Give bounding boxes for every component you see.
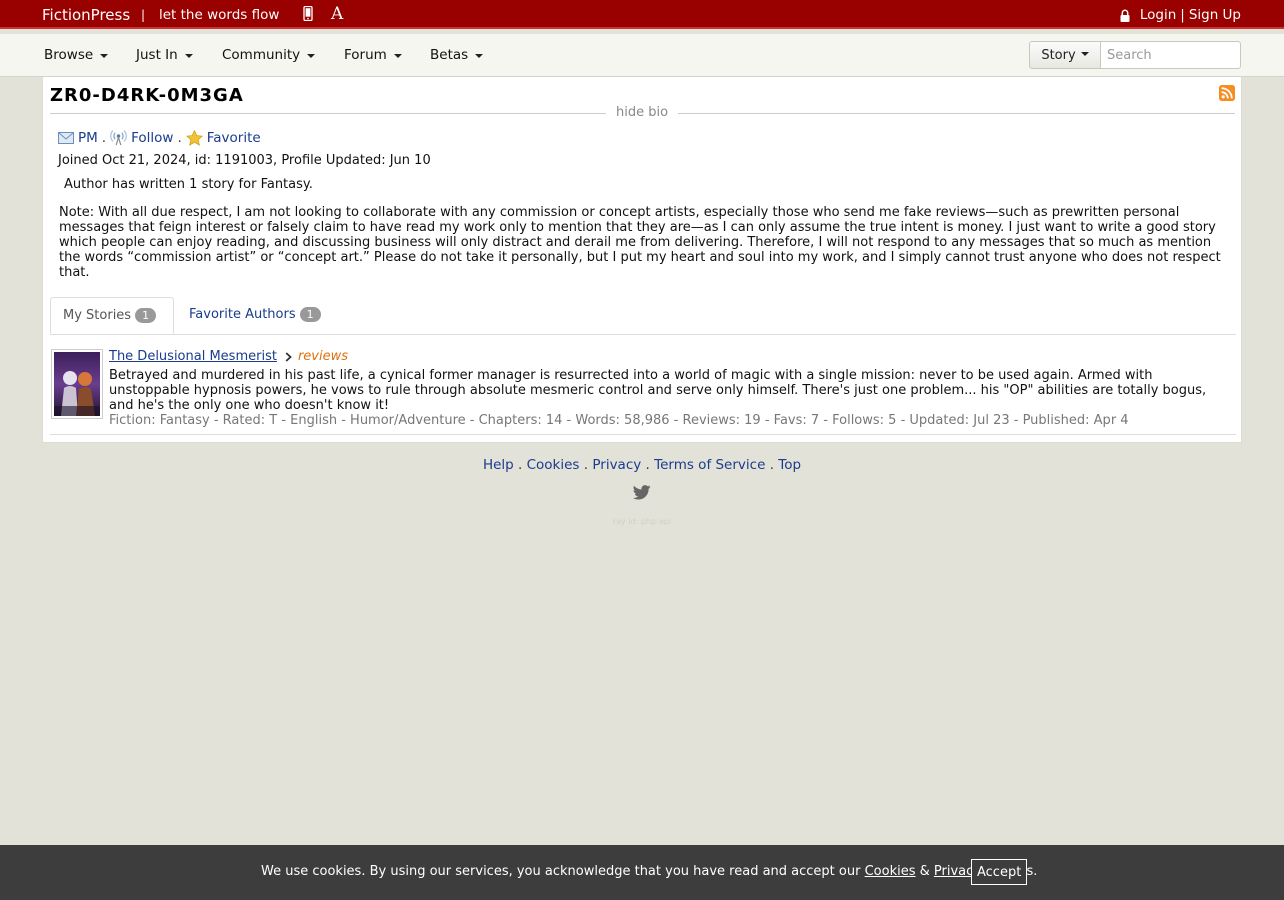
caret-down-icon	[1080, 52, 1089, 56]
favorite-link[interactable]: Favorite	[207, 130, 261, 146]
hide-bio-toggle[interactable]: hide bio	[616, 105, 668, 120]
my-stories-count-badge: 1	[135, 308, 157, 323]
font-size-icon[interactable]: A	[331, 4, 343, 24]
footer-top-link[interactable]: Top	[778, 457, 801, 473]
bio-divider-right	[678, 113, 1235, 114]
story-summary: Betrayed and murdered in his past life, …	[109, 368, 1207, 413]
nav-browse-label: Browse	[44, 47, 94, 63]
top-bar: FictionPress | let the words flow A Logi…	[0, 0, 1284, 29]
story-cover-image[interactable]	[51, 349, 103, 419]
search-group: Story	[1029, 41, 1241, 69]
antenna-follow-icon	[110, 130, 127, 146]
bio-divider-left	[50, 113, 606, 114]
story-title-row: The Delusional Mesmerist reviews	[109, 349, 348, 364]
nav-just-in-label: Just In	[136, 47, 178, 63]
topbar-separator: |	[141, 8, 146, 22]
footer-terms-link[interactable]: Terms of Service	[654, 457, 765, 473]
cookie-policy-link[interactable]: Cookies	[865, 864, 916, 879]
profile-content: ZR0-D4RK-0M3GA hide bio PM . Follow . Fa…	[42, 77, 1242, 443]
cookie-consent-bar: We use cookies. By using our services, y…	[0, 845, 1284, 900]
envelope-icon	[58, 131, 74, 144]
joined-info: Joined Oct 21, 2024, id: 1191003, Profil…	[58, 153, 431, 168]
caret-down-icon	[100, 54, 109, 58]
cookie-text-before: We use cookies. By using our services, y…	[261, 864, 861, 879]
chevron-right-icon	[285, 351, 292, 362]
cookie-amp: &	[919, 864, 930, 879]
favorite-authors-count-badge: 1	[299, 307, 321, 322]
tab-favorite-authors[interactable]: Favorite Authors 1	[177, 297, 333, 334]
caret-down-icon	[307, 54, 316, 58]
footer-separator: .	[518, 457, 523, 473]
signup-link[interactable]: Sign Up	[1189, 7, 1241, 23]
twitter-icon[interactable]	[633, 485, 651, 500]
search-input[interactable]	[1101, 41, 1241, 69]
story-reviews-link[interactable]: reviews	[298, 349, 348, 364]
login-link[interactable]: Login	[1140, 7, 1176, 23]
bio-note: Note: With all due respect, I am not loo…	[59, 205, 1221, 280]
action-separator: .	[177, 129, 182, 146]
nav-browse[interactable]: Browse	[44, 47, 109, 63]
footer-separator: .	[769, 457, 774, 473]
caret-down-icon	[393, 54, 402, 58]
search-type-label: Story	[1041, 47, 1076, 63]
nav-betas-label: Betas	[430, 47, 469, 63]
site-logo-link[interactable]: FictionPress	[42, 6, 130, 24]
story-title-link[interactable]: The Delusional Mesmerist	[109, 349, 277, 364]
footer-separator: .	[583, 457, 589, 473]
cover-art	[54, 352, 100, 416]
footer-privacy-link[interactable]: Privacy	[592, 457, 641, 473]
star-icon	[185, 129, 203, 146]
rss-icon[interactable]	[1219, 85, 1235, 101]
nav-just-in[interactable]: Just In	[136, 47, 193, 63]
tab-favorite-authors-label: Favorite Authors	[189, 307, 296, 322]
nav-community[interactable]: Community	[222, 47, 316, 63]
stories-written-info: Author has written 1 story for Fantasy.	[64, 177, 313, 192]
profile-tabs: My Stories 1 Favorite Authors 1	[50, 297, 1236, 335]
nav-community-label: Community	[222, 47, 301, 63]
pm-link[interactable]: PM	[78, 130, 98, 146]
action-separator: .	[101, 129, 107, 146]
footer-links: Help . Cookies . Privacy . Terms of Serv…	[0, 457, 1284, 473]
story-meta: Fiction: Fantasy - Rated: T - English - …	[109, 413, 1129, 428]
tab-my-stories[interactable]: My Stories 1	[50, 297, 174, 334]
profile-actions: PM . Follow . Favorite	[58, 129, 261, 146]
lock-icon	[1120, 9, 1130, 22]
login-separator: |	[1180, 7, 1185, 23]
nav-bar: Browse Just In Community Forum Betas Sto…	[0, 34, 1284, 77]
footer-cookies-link[interactable]: Cookies	[527, 457, 580, 473]
follow-link[interactable]: Follow	[131, 130, 173, 146]
cookie-text: We use cookies. By using our services, y…	[261, 864, 1037, 879]
accept-cookies-button[interactable]: Accept	[971, 859, 1028, 885]
nav-betas[interactable]: Betas	[430, 47, 484, 63]
footer-help-link[interactable]: Help	[483, 457, 514, 473]
search-type-dropdown[interactable]: Story	[1029, 41, 1101, 69]
story-list-item: The Delusional Mesmerist reviews Betraye…	[50, 349, 1236, 435]
caret-down-icon	[184, 54, 193, 58]
nav-forum-label: Forum	[344, 47, 387, 63]
author-name: ZR0-D4RK-0M3GA	[50, 85, 244, 106]
mobile-icon[interactable]	[303, 6, 313, 21]
login-area: Login | Sign Up	[1120, 7, 1241, 23]
footer-separator: .	[645, 457, 650, 473]
site-tagline: let the words flow	[159, 7, 280, 23]
nav-forum[interactable]: Forum	[344, 47, 402, 63]
tab-my-stories-label: My Stories	[63, 308, 132, 323]
ray-id: ray id: php-api	[612, 517, 672, 526]
caret-down-icon	[475, 54, 484, 58]
